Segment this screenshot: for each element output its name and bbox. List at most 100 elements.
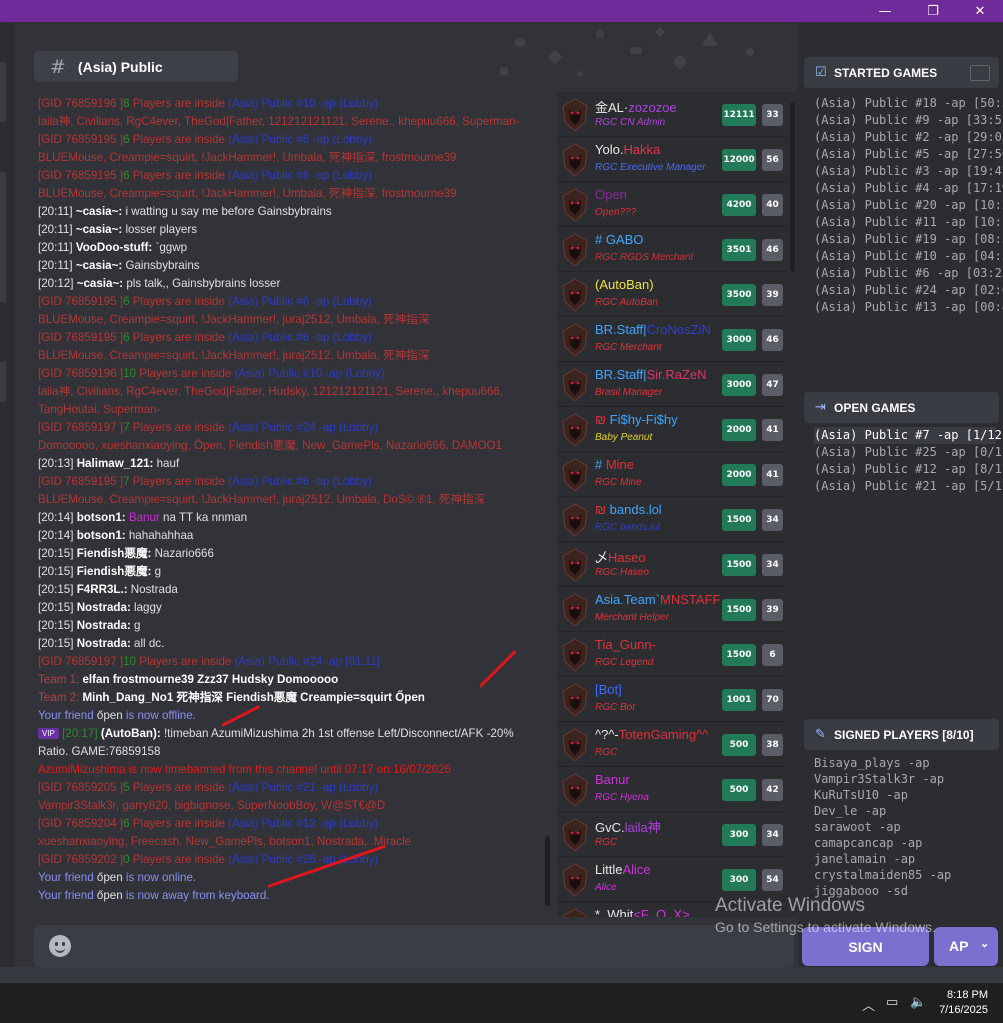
signed-player-item[interactable]: jiggabooo -sd [814, 883, 951, 899]
started-game-item[interactable]: (Asia) Public #3 -ap [19:42] [814, 163, 1003, 180]
started-game-item[interactable]: (Asia) Public #10 -ap [04:52] [814, 248, 1003, 265]
user-role: RGC Executive Manager [595, 162, 706, 173]
user-name-main: Haseo [608, 550, 646, 565]
close-button[interactable]: ✕ [957, 0, 1003, 22]
points-badge: 1500 [722, 554, 756, 576]
user-row[interactable]: Yolo.Hakka RGC Executive Manager 12000 56 [557, 137, 787, 182]
user-list-scrollbar[interactable] [787, 92, 798, 917]
message-composer[interactable] [34, 925, 794, 967]
user-row[interactable]: GvC.laila神 RGC 300 34 [557, 812, 787, 857]
volume-icon[interactable]: 🔈 [910, 995, 926, 1010]
signed-players-list[interactable]: Bisaya_plays -ap Vampir3Stalk3r -ap KuRuTs… [814, 755, 951, 899]
user-row[interactable]: (AutoBan) RGC AutoBan 3500 39 [557, 272, 787, 317]
message-segment: (Asia) Public #6 -ap (Lobby) [228, 331, 372, 344]
started-games-list[interactable]: (Asia) Public #18 -ap [50:39] (Asia) Publ… [814, 95, 1003, 316]
signed-player-item[interactable]: janelamain -ap [814, 851, 951, 867]
started-game-item[interactable]: (Asia) Public #20 -ap [10:21] [814, 197, 1003, 214]
user-name: ₪ Fi$hy-Fi$hy [595, 412, 678, 427]
started-game-item[interactable]: (Asia) Public #2 -ap [29:03] [814, 129, 1003, 146]
user-role: RGC RGDS Merchant [595, 252, 694, 263]
started-game-item[interactable]: (Asia) Public #6 -ap [03:25] [814, 265, 1003, 282]
system-clock[interactable]: 8:18 PM 7/16/2025 [930, 988, 988, 1018]
user-name: Yolo.Hakka [595, 142, 660, 157]
user-name: LittleAlice [595, 862, 651, 877]
message-segment: `ggwp [155, 241, 188, 254]
signed-player-item[interactable]: Dev_le -ap [814, 803, 951, 819]
started-game-item[interactable]: (Asia) Public #24 -ap [02:07] [814, 282, 1003, 299]
message-segment: VooDoo-stuff: [75, 241, 156, 254]
tray-chevron-icon[interactable]: ︿ [862, 995, 875, 1014]
message-segment: Players are inside [132, 853, 229, 866]
started-game-item[interactable]: (Asia) Public #9 -ap [33:52] [814, 112, 1003, 129]
mode-select-button[interactable]: AP ⌄ [934, 927, 998, 966]
user-row[interactable]: # GABO RGC RGDS Merchant 3501 46 [557, 227, 787, 272]
user-row[interactable]: ₪ Fi$hy-Fi$hy Baby Peanut 2000 41 [557, 407, 787, 452]
message-segment: Players are inside [132, 295, 229, 308]
started-games-title: STARTED GAMES [834, 65, 938, 80]
points-badge: 4200 [722, 194, 756, 216]
chat-message: [20:15] F4RR3L.: Nostrada [38, 581, 543, 599]
message-segment: [20:15] [38, 601, 77, 614]
open-games-list[interactable]: (Asia) Public #7 -ap [1/12] (Asia) Public… [814, 427, 1003, 495]
user-row[interactable]: ₪ bands.lol RGC bands.lol 1500 34 [557, 497, 787, 542]
user-row[interactable]: LittleAlice Alice 300 54 [557, 857, 787, 902]
started-game-item[interactable]: (Asia) Public #11 -ap [10:10] [814, 214, 1003, 231]
user-row[interactable]: 乄Haseo RGC Haseo 1500 34 [557, 542, 787, 587]
message-segment: Domooooo, xueshanxiaoying, Őpen, Fiendis… [38, 439, 502, 452]
user-row[interactable]: Tia_Gunn- RGC Legend 1500 6 [557, 632, 787, 677]
avatar [560, 368, 590, 402]
message-segment: [GID 76859195 ] [38, 169, 124, 182]
started-game-item[interactable]: (Asia) Public #13 -ap [00:47] [814, 299, 1003, 316]
emoji-icon[interactable] [49, 935, 71, 957]
chat-message: BLUEMouse, Creampie=squirt, !JackHammer!… [38, 347, 543, 365]
started-game-item[interactable]: (Asia) Public #18 -ap [50:39] [814, 95, 1003, 112]
user-row[interactable]: Open Open??? 4200 40 [557, 182, 787, 227]
user-row[interactable]: *_Whit<F_O_X> [557, 902, 787, 917]
message-list[interactable]: [GID 76859196 ]8 Players are inside (Asi… [38, 95, 543, 915]
user-row[interactable]: BR.Staff|Sir.RaZeN Brasil Manager 3000 47 [557, 362, 787, 407]
avatar [560, 413, 590, 447]
scrollbar-thumb[interactable] [790, 102, 795, 272]
open-game-item[interactable]: (Asia) Public #25 -ap [0/12] [814, 444, 1003, 461]
scrollbar-thumb[interactable] [545, 836, 550, 906]
user-row[interactable]: Asia.Team`MNSTAFF Merchant Helper 1500 39 [557, 587, 787, 632]
signed-player-item[interactable]: KuRuTsU10 -ap [814, 787, 951, 803]
started-game-item[interactable]: (Asia) Public #19 -ap [08:50] [814, 231, 1003, 248]
signed-player-item[interactable]: Vampir3Stalk3r -ap [814, 771, 951, 787]
chat-message: AzumiMizushima is now timebanned from th… [38, 761, 543, 779]
user-name: *_Whit<F_O_X> [595, 907, 690, 917]
user-row[interactable]: [Bot] RGC Bot 1001 70 [557, 677, 787, 722]
minimize-button[interactable]: — [862, 0, 908, 22]
user-role: RGC AutoBan [595, 297, 658, 308]
edit-icon: ✎ [815, 726, 826, 742]
started-game-item[interactable]: (Asia) Public #4 -ap [17:19] [814, 180, 1003, 197]
message-segment: 8 [123, 97, 133, 110]
avatar [560, 503, 590, 537]
sign-button[interactable]: SIGN [802, 927, 929, 966]
signed-player-item[interactable]: camapcancap -ap [814, 835, 951, 851]
message-segment: [20:14] [38, 511, 77, 524]
left-sidebar-edge [0, 22, 15, 967]
message-segment: laggy [134, 601, 162, 614]
user-name: ₪ bands.lol [595, 502, 662, 517]
open-game-item[interactable]: (Asia) Public #21 -ap [5/12] [814, 478, 1003, 495]
restore-button[interactable]: ❐ [910, 0, 956, 22]
signed-player-item[interactable]: crystalmaiden85 -ap [814, 867, 951, 883]
signed-player-item[interactable]: sarawoot -ap [814, 819, 951, 835]
points-badge: 12111 [722, 104, 756, 126]
avatar [560, 638, 590, 672]
user-list[interactable]: 金AL·zozozoe RGC CN Admin 12111 33 Yolo.Hakka… [557, 92, 787, 917]
open-game-item[interactable]: (Asia) Public #7 -ap [1/12] [814, 427, 1003, 444]
message-segment: laila神, Civilians, RgC4ever, TheGod|Fath… [38, 115, 520, 128]
chat-message: Your friend őpen is now offline. [38, 707, 543, 725]
signed-player-item[interactable]: Bisaya_plays -ap [814, 755, 951, 771]
started-game-item[interactable]: (Asia) Public #5 -ap [27:50] [814, 146, 1003, 163]
network-icon[interactable]: ▭ [886, 995, 898, 1010]
user-row[interactable]: ^?^-TotenGaming^^ RGC 500 38 [557, 722, 787, 767]
user-row[interactable]: BR.Staff|CroNosZiN RGC Merchant 3000 46 [557, 317, 787, 362]
open-game-item[interactable]: (Asia) Public #12 -ap [8/12] [814, 461, 1003, 478]
user-row[interactable]: 金AL·zozozoe RGC CN Admin 12111 33 [557, 92, 787, 137]
user-row[interactable]: Banur RGC Hyena 500 42 [557, 767, 787, 812]
message-scrollbar[interactable] [543, 96, 553, 916]
user-row[interactable]: # Mine RGC Mine 2000 41 [557, 452, 787, 497]
